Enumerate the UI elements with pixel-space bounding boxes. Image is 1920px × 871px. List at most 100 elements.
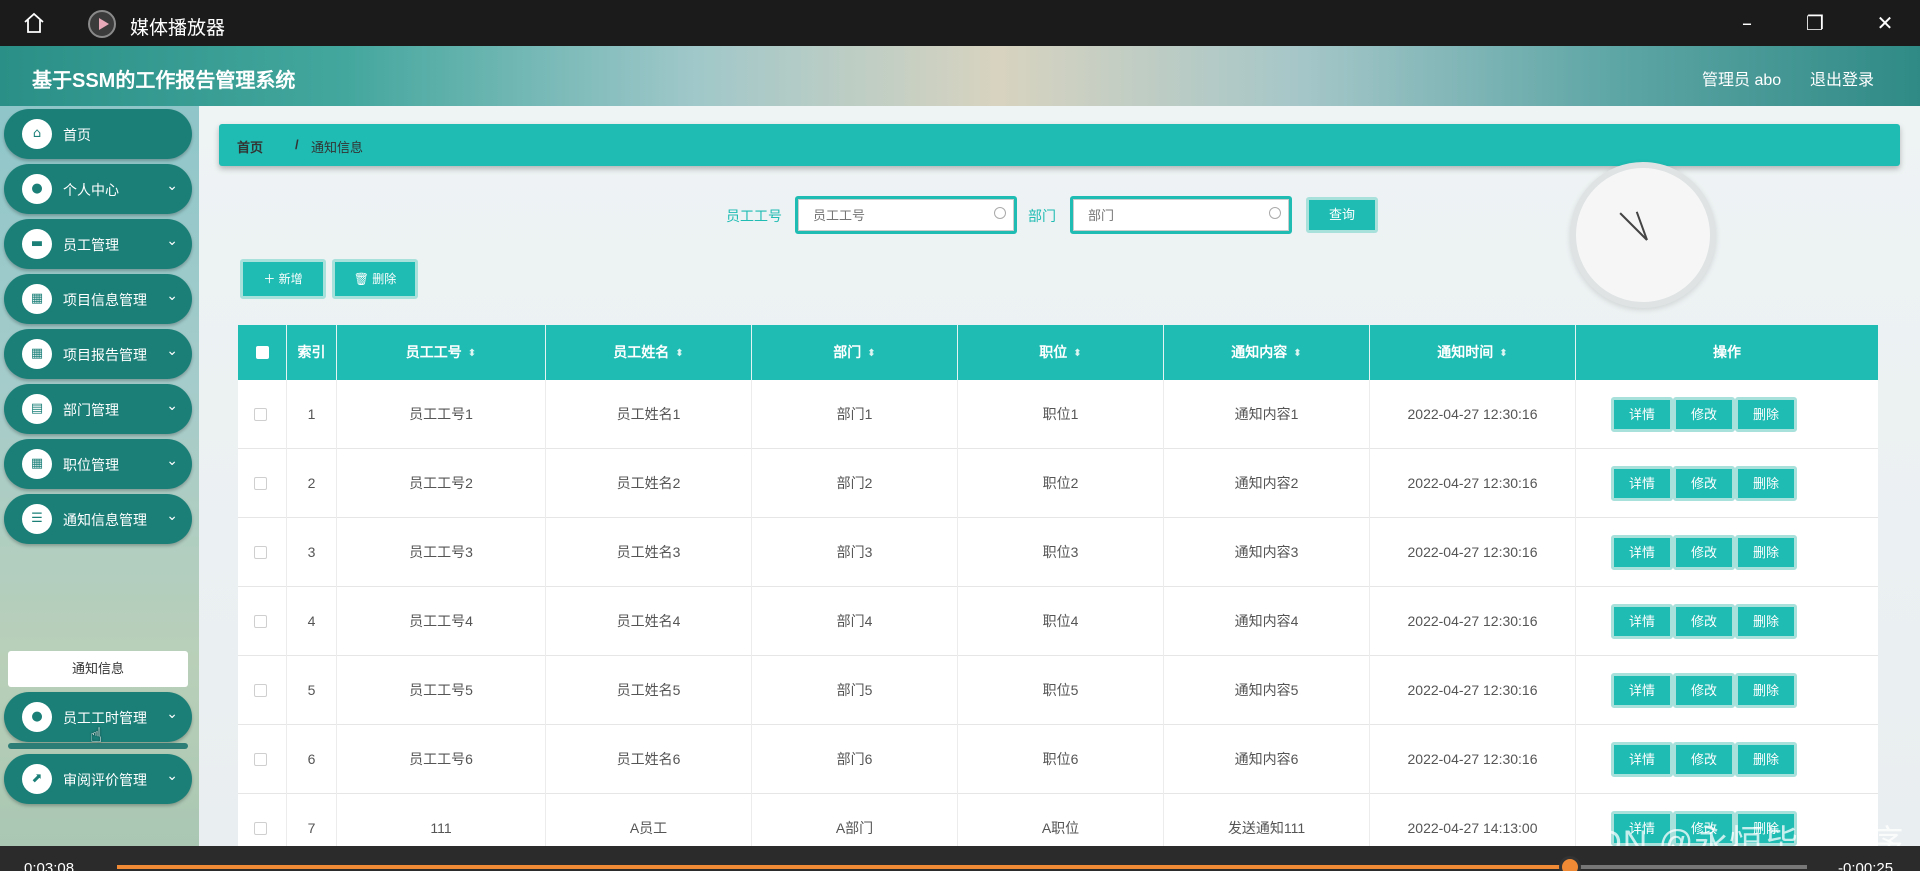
list-icon: ☰: [22, 504, 52, 534]
edit-button[interactable]: 修改: [1673, 466, 1735, 501]
sidebar-item-project-info[interactable]: ▦ 项目信息管理 ⌄: [4, 274, 192, 324]
cell-index: 4: [287, 587, 337, 656]
seek-progress: [117, 865, 1571, 869]
col-actions-label: 操作: [1713, 344, 1741, 360]
sidebar-item-employees[interactable]: ▬ 员工管理 ⌄: [4, 219, 192, 269]
person-icon: ●: [22, 702, 52, 732]
cell-name: 员工姓名5: [546, 656, 752, 725]
detail-button[interactable]: 详情: [1611, 673, 1673, 708]
delete-button[interactable]: 删除: [1735, 673, 1797, 708]
home-icon[interactable]: [22, 11, 46, 35]
cell-name: A员工: [546, 794, 752, 846]
sidebar-item-positions[interactable]: ▦ 职位管理 ⌄: [4, 439, 192, 489]
add-button[interactable]: ＋ 新增: [240, 259, 326, 299]
briefcase-icon: ▬: [22, 229, 52, 259]
detail-button[interactable]: 详情: [1611, 535, 1673, 570]
detail-button[interactable]: 详情: [1611, 742, 1673, 777]
chevron-down-icon: ⌄: [166, 706, 178, 722]
sort-icon[interactable]: ⬍: [468, 326, 476, 381]
sidebar-item-project-report[interactable]: ▦ 项目报告管理 ⌄: [4, 329, 192, 379]
sidebar-item-departments[interactable]: ▤ 部门管理 ⌄: [4, 384, 192, 434]
edit-button[interactable]: 修改: [1673, 397, 1735, 432]
media-player-icon: [88, 10, 116, 38]
detail-button[interactable]: 详情: [1611, 397, 1673, 432]
row-actions-cell: 详情 修改 删除: [1576, 656, 1878, 725]
delete-selected-button[interactable]: 🗑 删除: [332, 259, 418, 299]
cell-emp-id: 员工工号5: [337, 656, 546, 725]
dept-search-field[interactable]: [1070, 196, 1292, 234]
cell-position: 职位2: [958, 449, 1164, 518]
breadcrumb-home[interactable]: 首页: [237, 137, 263, 156]
cell-dept: 部门6: [752, 725, 958, 794]
mouse-cursor-icon: ☝: [90, 723, 103, 747]
sidebar-item-home[interactable]: ⌂ 首页: [4, 109, 192, 159]
col-name[interactable]: 员工姓名 ⬍: [546, 325, 752, 380]
delete-button[interactable]: 删除: [1735, 604, 1797, 639]
row-checkbox[interactable]: [254, 408, 267, 421]
sidebar-item-label: 个人中心: [63, 182, 119, 198]
minimize-button[interactable]: –: [1734, 10, 1760, 36]
col-position[interactable]: 职位 ⬍: [958, 325, 1164, 380]
cell-dept: 部门5: [752, 656, 958, 725]
logout-link[interactable]: 退出登录: [1810, 66, 1874, 90]
row-checkbox[interactable]: [254, 615, 267, 628]
sidebar-item-label: 首页: [63, 127, 91, 143]
delete-button[interactable]: 删除: [1735, 742, 1797, 777]
dept-label: 部门: [1028, 208, 1056, 224]
restore-button[interactable]: ❐: [1802, 10, 1828, 36]
close-button[interactable]: ✕: [1872, 10, 1898, 36]
sidebar-item-notifications[interactable]: ☰ 通知信息管理 ⌄: [4, 494, 192, 544]
clock-decoration: [1570, 162, 1716, 308]
home-icon: ⌂: [22, 119, 52, 149]
cell-time: 2022-04-27 12:30:16: [1370, 725, 1576, 794]
window-title-bar: 媒体播放器 – ❐ ✕: [0, 0, 1920, 46]
edit-button[interactable]: 修改: [1673, 604, 1735, 639]
col-dept[interactable]: 部门 ⬍: [752, 325, 958, 380]
row-actions-cell: 详情 修改 删除: [1576, 518, 1878, 587]
cell-emp-id: 员工工号3: [337, 518, 546, 587]
seek-track[interactable]: [117, 865, 1807, 869]
sidebar-subitem-notification-info[interactable]: 通知信息: [8, 651, 188, 687]
chevron-down-icon: ⌄: [166, 288, 178, 304]
cell-emp-id: 员工工号2: [337, 449, 546, 518]
breadcrumb-separator: /: [295, 137, 299, 152]
col-content[interactable]: 通知内容 ⬍: [1164, 325, 1370, 380]
edit-button[interactable]: 修改: [1673, 535, 1735, 570]
cell-dept: 部门3: [752, 518, 958, 587]
query-button[interactable]: 查询: [1306, 197, 1378, 233]
sort-icon[interactable]: ⬍: [1293, 326, 1301, 381]
detail-button[interactable]: 详情: [1611, 604, 1673, 639]
col-time-label: 通知时间: [1437, 344, 1494, 360]
col-time[interactable]: 通知时间 ⬍: [1370, 325, 1576, 380]
col-emp-id[interactable]: 员工工号 ⬍: [337, 325, 546, 380]
cell-content: 通知内容2: [1164, 449, 1370, 518]
row-checkbox[interactable]: [254, 684, 267, 697]
sort-icon[interactable]: ⬍: [675, 326, 683, 381]
edit-button[interactable]: 修改: [1673, 742, 1735, 777]
edit-button[interactable]: 修改: [1673, 673, 1735, 708]
sort-icon[interactable]: ⬍: [1499, 326, 1507, 381]
breadcrumb: 首页 / 通知信息: [219, 124, 1900, 166]
row-checkbox[interactable]: [254, 546, 267, 559]
sort-icon[interactable]: ⬍: [867, 326, 875, 381]
emp-id-input[interactable]: [798, 199, 1014, 231]
sidebar-item-review[interactable]: ⬈ 审阅评价管理 ⌄: [4, 754, 192, 804]
select-all-checkbox[interactable]: [256, 346, 269, 359]
cell-name: 员工姓名1: [546, 380, 752, 449]
detail-button[interactable]: 详情: [1611, 466, 1673, 501]
row-checkbox[interactable]: [254, 477, 267, 490]
row-checkbox[interactable]: [254, 753, 267, 766]
sidebar-item-label: 通知信息管理: [63, 512, 147, 528]
emp-id-search-field[interactable]: [795, 196, 1017, 234]
cell-content: 通知内容6: [1164, 725, 1370, 794]
delete-button[interactable]: 删除: [1735, 535, 1797, 570]
user-icon: ●: [22, 174, 52, 204]
sidebar-item-profile[interactable]: ● 个人中心 ⌄: [4, 164, 192, 214]
row-checkbox[interactable]: [254, 822, 267, 835]
grid-icon: ▦: [22, 339, 52, 369]
sort-icon[interactable]: ⬍: [1073, 326, 1081, 381]
delete-button[interactable]: 删除: [1735, 466, 1797, 501]
dept-input[interactable]: [1073, 199, 1289, 231]
seek-handle[interactable]: [1559, 856, 1582, 871]
delete-button[interactable]: 删除: [1735, 397, 1797, 432]
